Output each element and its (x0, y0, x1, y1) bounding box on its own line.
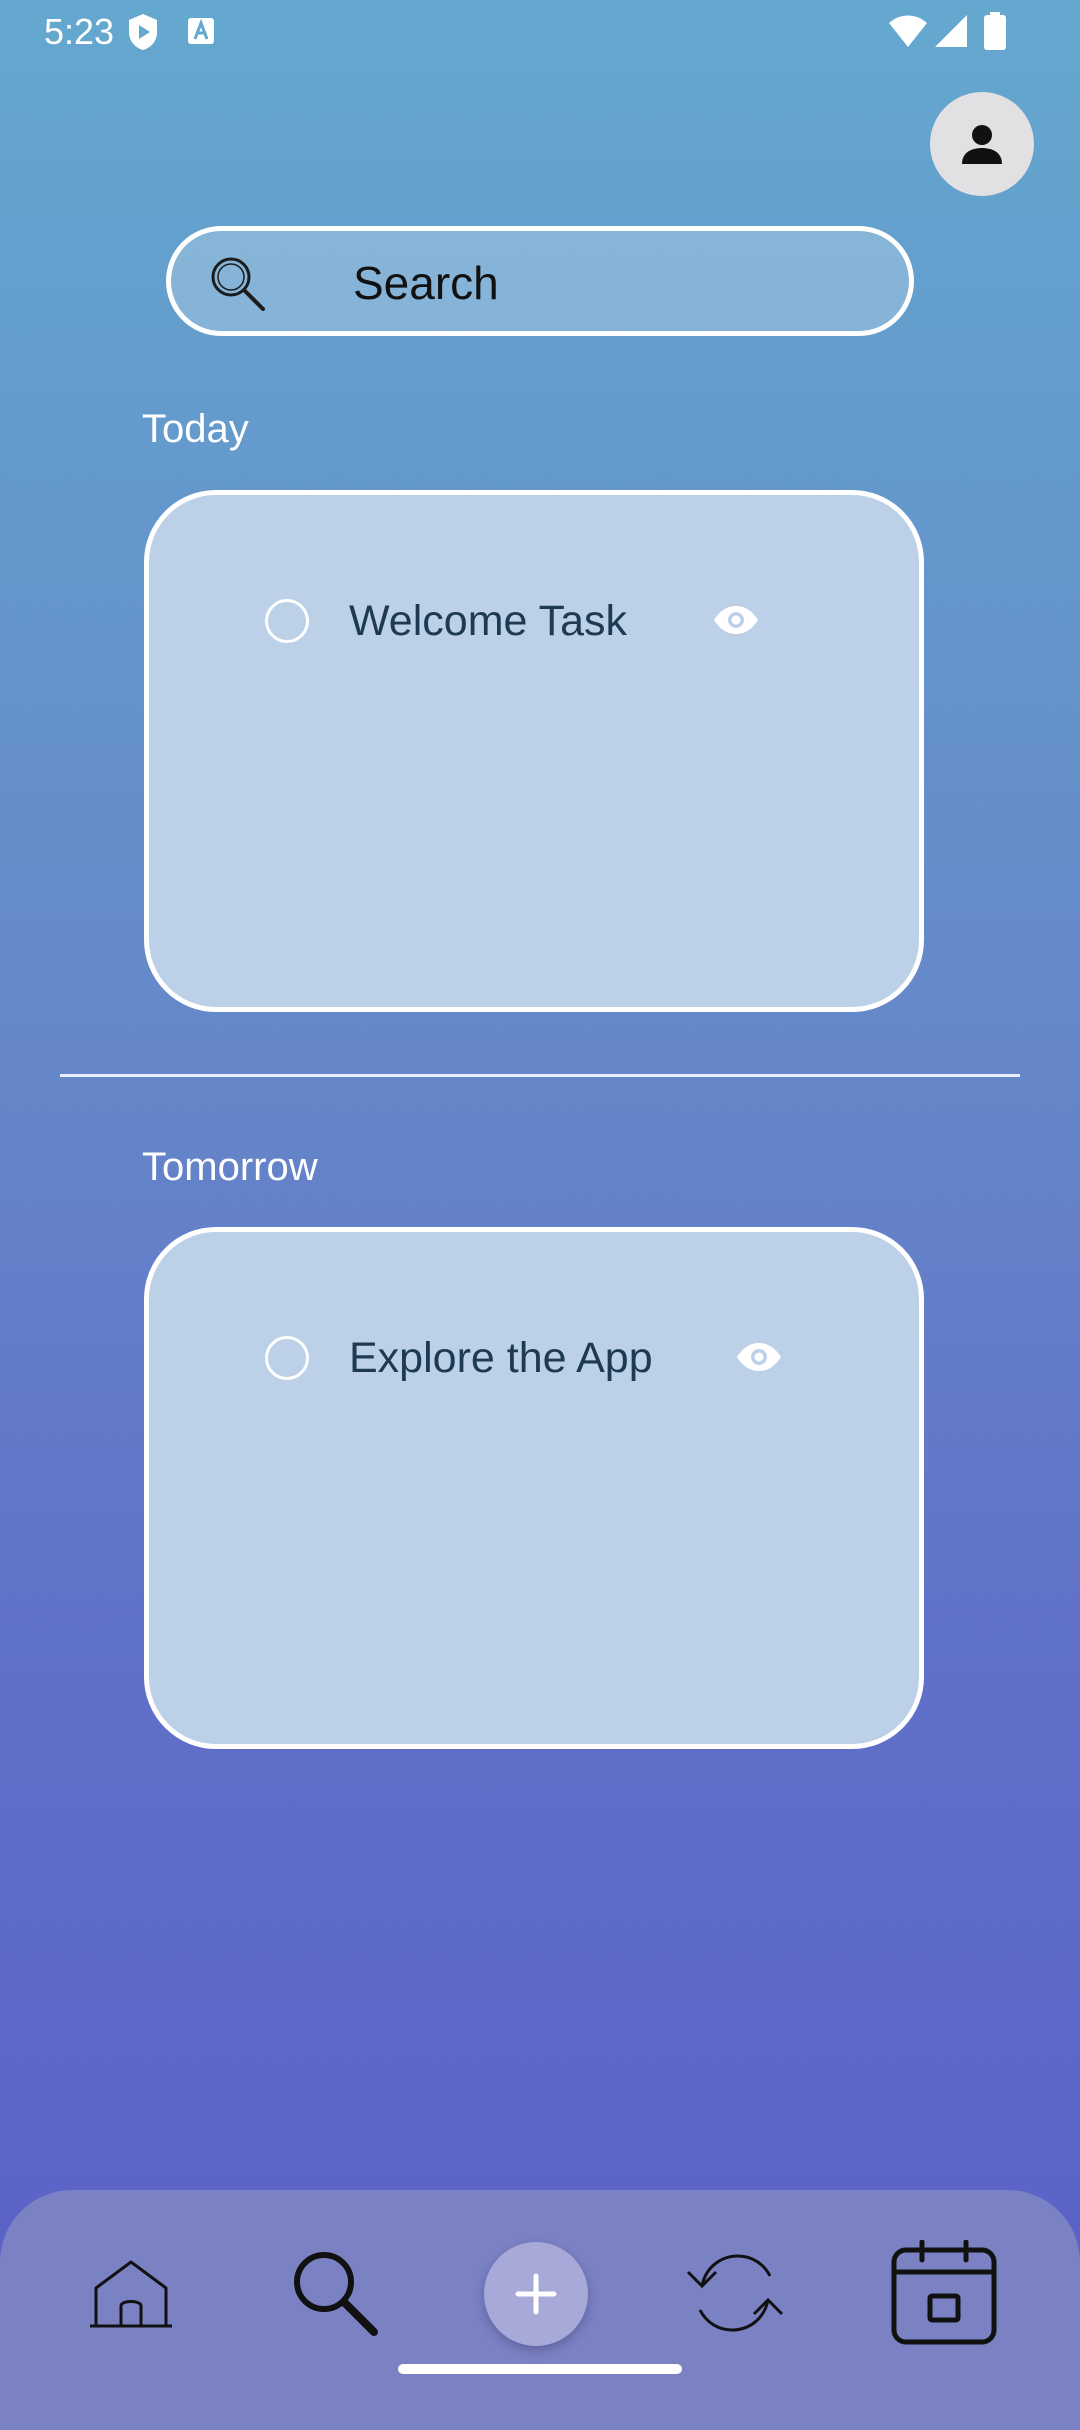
search-bar[interactable]: Search (166, 226, 914, 336)
task-title[interactable]: Explore the App (349, 1332, 653, 1384)
task-checkbox[interactable] (265, 599, 309, 643)
section-divider (60, 1074, 1020, 1077)
calendar-icon[interactable] (890, 2239, 998, 2351)
person-icon (962, 125, 1002, 164)
section-label-today: Today (142, 407, 249, 451)
home-icon[interactable] (86, 2258, 176, 2335)
shield-play-icon (126, 12, 160, 57)
search-icon (207, 253, 267, 318)
add-task-button[interactable] (484, 2242, 588, 2346)
profile-button[interactable] (930, 92, 1034, 196)
search-label: Search (353, 257, 499, 309)
add-icon (515, 2273, 557, 2315)
eye-icon[interactable] (713, 605, 759, 640)
task-card-today[interactable]: Welcome Task (144, 490, 924, 1012)
status-time: 5:23 (44, 11, 115, 52)
nav-search-icon[interactable] (290, 2248, 380, 2341)
section-label-tomorrow: Tomorrow (142, 1145, 318, 1189)
wifi-icon (888, 14, 928, 53)
eye-icon[interactable] (736, 1342, 782, 1377)
text-a-icon (186, 16, 216, 51)
task-card-tomorrow[interactable]: Explore the App (144, 1227, 924, 1749)
signal-icon (934, 14, 968, 53)
task-checkbox[interactable] (265, 1336, 309, 1380)
battery-icon (984, 12, 1006, 55)
task-title[interactable]: Welcome Task (349, 595, 627, 647)
sync-icon[interactable] (684, 2250, 786, 2341)
home-indicator[interactable] (398, 2364, 682, 2374)
